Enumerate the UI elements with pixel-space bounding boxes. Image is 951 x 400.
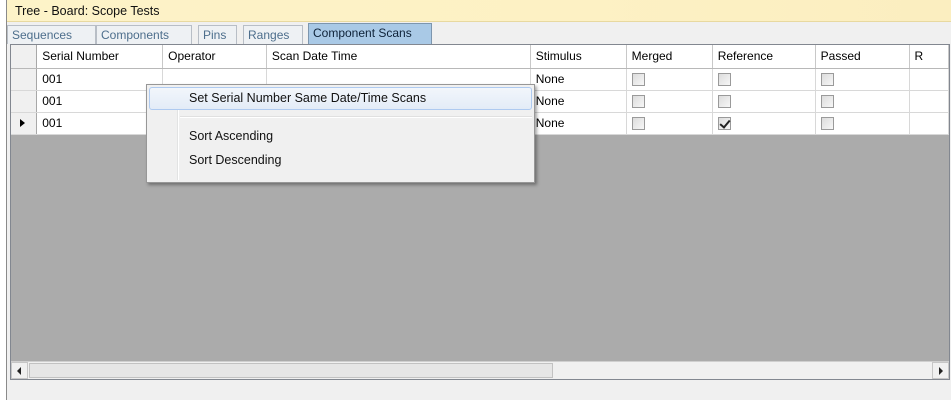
merged-checkbox[interactable] xyxy=(631,73,645,87)
tab-ranges[interactable]: Ranges xyxy=(243,25,303,44)
tab-sequences[interactable]: Sequences xyxy=(7,25,96,44)
menu-separator xyxy=(180,116,532,118)
reference-checkbox-checked[interactable] xyxy=(717,117,731,131)
tree-window: Tree - Board: Scope Tests Sequences Comp… xyxy=(6,0,951,400)
arrow-left-icon xyxy=(17,367,21,375)
reference-checkbox[interactable] xyxy=(717,95,731,109)
context-menu: Set Serial Number Same Date/Time Scans S… xyxy=(146,84,535,183)
cell-serial-number[interactable]: 001 xyxy=(36,112,164,135)
tab-strip: Sequences Components Pins Ranges Compone… xyxy=(7,22,951,44)
menu-item-sort-ascending[interactable]: Sort Ascending xyxy=(149,125,532,148)
column-header-reference[interactable]: Reference xyxy=(712,45,816,69)
merged-checkbox[interactable] xyxy=(631,117,645,131)
row-header[interactable] xyxy=(11,90,38,113)
cell-passed xyxy=(815,112,910,135)
menu-item-set-serial-number[interactable]: Set Serial Number Same Date/Time Scans xyxy=(149,87,532,110)
column-header-r[interactable]: R xyxy=(909,45,949,69)
cell-merged xyxy=(626,90,713,113)
cell-stimulus[interactable]: None xyxy=(530,68,627,91)
cell-passed xyxy=(815,68,910,91)
passed-checkbox[interactable] xyxy=(820,73,834,87)
corner-cell[interactable] xyxy=(11,45,38,69)
row-header[interactable] xyxy=(11,112,38,135)
scroll-left-button[interactable] xyxy=(11,362,28,379)
column-header-scan-date-time[interactable]: Scan Date Time xyxy=(266,45,531,69)
tab-components[interactable]: Components xyxy=(96,25,192,44)
column-header-serial-number[interactable]: Serial Number xyxy=(36,45,164,69)
current-row-arrow-icon xyxy=(20,119,25,127)
cell-serial-number[interactable]: 001 xyxy=(36,68,164,91)
cell-reference xyxy=(712,68,816,91)
scroll-right-button[interactable] xyxy=(932,362,949,379)
arrow-right-icon xyxy=(939,367,943,375)
column-header-stimulus[interactable]: Stimulus xyxy=(530,45,627,69)
status-bar xyxy=(7,381,951,400)
merged-checkbox[interactable] xyxy=(631,95,645,109)
header-row: Serial Number Operator Scan Date Time St… xyxy=(11,45,949,69)
reference-checkbox[interactable] xyxy=(717,73,731,87)
passed-checkbox[interactable] xyxy=(820,95,834,109)
cell-merged xyxy=(626,112,713,135)
cell-passed xyxy=(815,90,910,113)
window-title: Tree - Board: Scope Tests xyxy=(7,0,951,22)
menu-item-sort-descending[interactable]: Sort Descending xyxy=(149,149,532,172)
tab-component-scans[interactable]: Component Scans xyxy=(308,23,432,44)
cell-r[interactable] xyxy=(909,112,949,135)
cell-stimulus[interactable]: None xyxy=(530,112,627,135)
cell-r[interactable] xyxy=(909,68,949,91)
cell-reference xyxy=(712,90,816,113)
passed-checkbox[interactable] xyxy=(820,117,834,131)
column-header-merged[interactable]: Merged xyxy=(626,45,713,69)
cell-reference xyxy=(712,112,816,135)
cell-merged xyxy=(626,68,713,91)
row-header[interactable] xyxy=(11,68,38,91)
column-header-operator[interactable]: Operator xyxy=(162,45,267,69)
column-header-passed[interactable]: Passed xyxy=(815,45,910,69)
cell-serial-number[interactable]: 001 xyxy=(36,90,164,113)
cell-r[interactable] xyxy=(909,90,949,113)
tab-pins[interactable]: Pins xyxy=(198,25,237,44)
horizontal-scrollbar[interactable] xyxy=(11,361,949,379)
cell-stimulus[interactable]: None xyxy=(530,90,627,113)
scroll-thumb[interactable] xyxy=(29,363,553,378)
